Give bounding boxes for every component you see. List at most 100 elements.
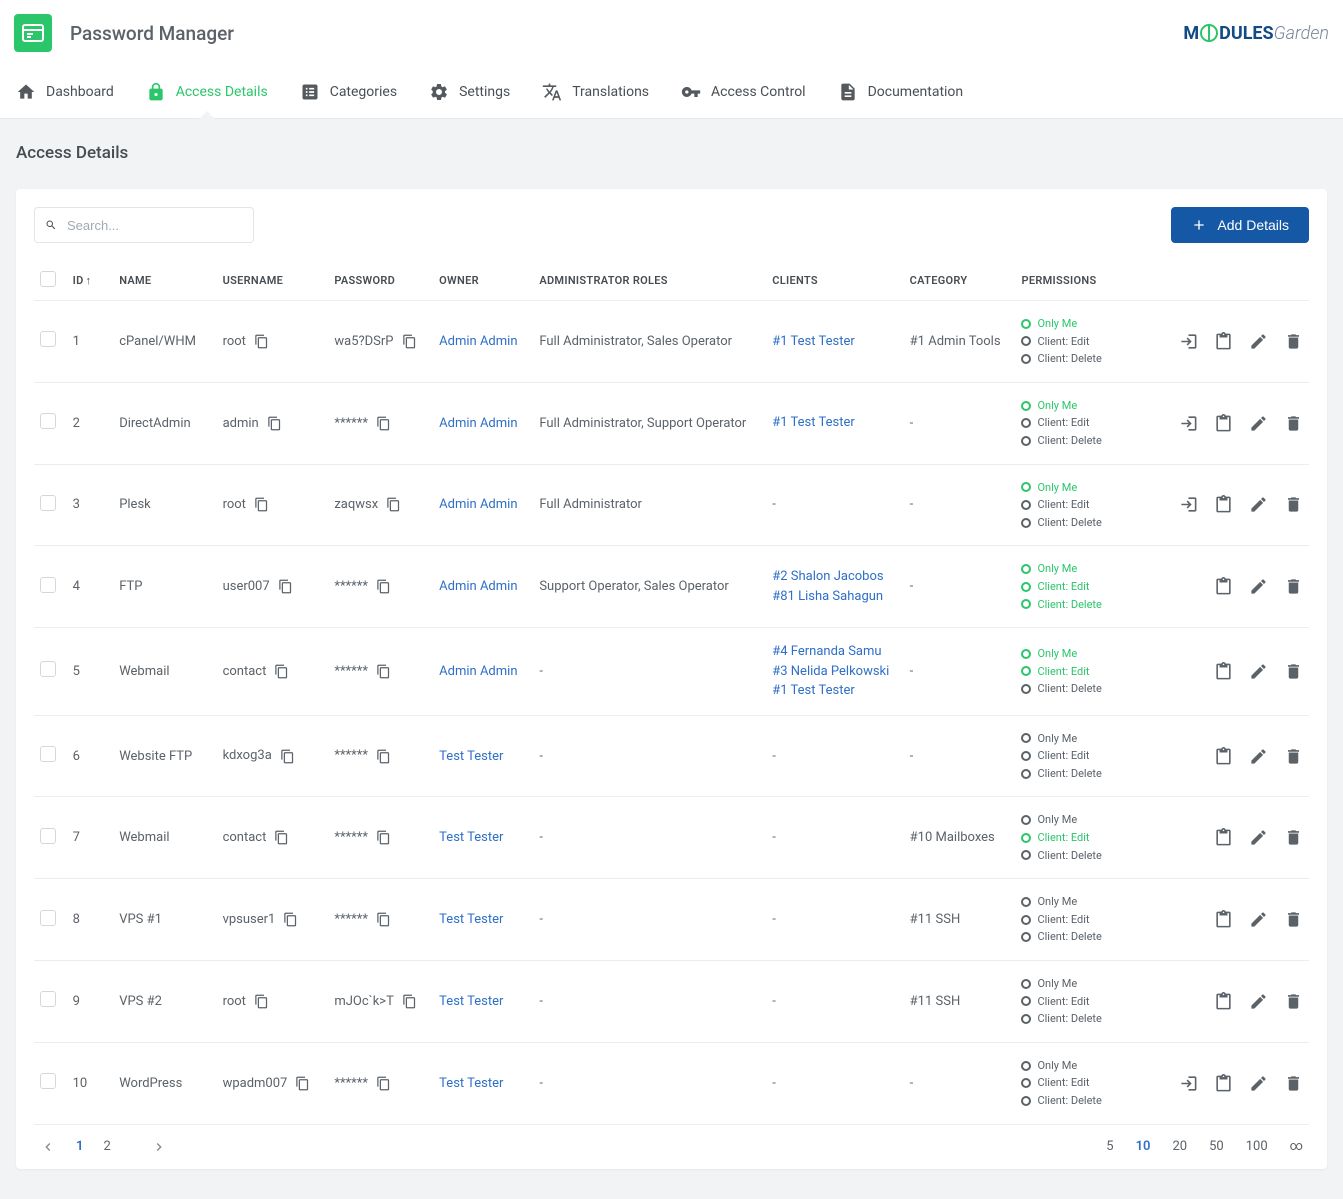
edit-icon[interactable] <box>1249 1074 1268 1093</box>
col-id[interactable]: ID↑ <box>67 261 114 301</box>
nav-dashboard[interactable]: Dashboard <box>14 66 116 118</box>
owner-link[interactable]: Admin Admin <box>439 664 517 679</box>
row-checkbox[interactable] <box>40 413 56 429</box>
owner-link[interactable]: Test Tester <box>439 830 503 845</box>
edit-icon[interactable] <box>1249 662 1268 681</box>
copy-icon[interactable] <box>267 416 282 431</box>
client-link[interactable]: #1 Test Tester <box>772 332 897 352</box>
login-icon[interactable] <box>1179 414 1198 433</box>
nav-documentation[interactable]: Documentation <box>836 66 966 118</box>
login-icon[interactable] <box>1179 1074 1198 1093</box>
edit-icon[interactable] <box>1249 495 1268 514</box>
row-checkbox[interactable] <box>40 910 56 926</box>
delete-icon[interactable] <box>1284 414 1303 433</box>
clipboard-icon[interactable] <box>1214 332 1233 351</box>
client-link[interactable]: #1 Test Tester <box>772 413 897 433</box>
select-all-checkbox[interactable] <box>40 271 56 287</box>
copy-icon[interactable] <box>402 994 417 1009</box>
owner-link[interactable]: Admin Admin <box>439 416 517 431</box>
copy-icon[interactable] <box>402 334 417 349</box>
nav-settings[interactable]: Settings <box>427 66 512 118</box>
col-roles[interactable]: ADMINISTRATOR ROLES <box>533 261 766 301</box>
copy-icon[interactable] <box>376 416 391 431</box>
per-page-option[interactable]: 50 <box>1209 1139 1224 1154</box>
edit-icon[interactable] <box>1249 332 1268 351</box>
row-checkbox[interactable] <box>40 828 56 844</box>
add-details-button[interactable]: Add Details <box>1171 207 1309 243</box>
row-checkbox[interactable] <box>40 577 56 593</box>
delete-icon[interactable] <box>1284 747 1303 766</box>
per-page-option[interactable]: 100 <box>1246 1139 1268 1154</box>
owner-link[interactable]: Admin Admin <box>439 334 517 349</box>
client-link[interactable]: #81 Lisha Sahagun <box>772 587 897 607</box>
copy-icon[interactable] <box>254 334 269 349</box>
owner-link[interactable]: Test Tester <box>439 1076 503 1091</box>
login-icon[interactable] <box>1179 495 1198 514</box>
copy-icon[interactable] <box>278 579 293 594</box>
client-link[interactable]: #2 Shalon Jacobos <box>772 567 897 587</box>
col-category[interactable]: CATEGORY <box>904 261 1016 301</box>
copy-icon[interactable] <box>295 1076 310 1091</box>
copy-icon[interactable] <box>376 749 391 764</box>
copy-icon[interactable] <box>254 994 269 1009</box>
row-checkbox[interactable] <box>40 495 56 511</box>
copy-icon[interactable] <box>274 664 289 679</box>
edit-icon[interactable] <box>1249 828 1268 847</box>
edit-icon[interactable] <box>1249 910 1268 929</box>
copy-icon[interactable] <box>376 579 391 594</box>
clipboard-icon[interactable] <box>1214 828 1233 847</box>
copy-icon[interactable] <box>376 912 391 927</box>
copy-icon[interactable] <box>386 497 401 512</box>
row-checkbox[interactable] <box>40 661 56 677</box>
search-input[interactable] <box>57 218 243 233</box>
copy-icon[interactable] <box>283 912 298 927</box>
login-icon[interactable] <box>1179 332 1198 351</box>
col-username[interactable]: USERNAME <box>217 261 329 301</box>
nav-translations[interactable]: Translations <box>540 66 651 118</box>
client-link[interactable]: #3 Nelida Pelkowski <box>772 662 897 682</box>
owner-link[interactable]: Test Tester <box>439 749 503 764</box>
copy-icon[interactable] <box>376 664 391 679</box>
page-number[interactable]: 1 <box>76 1139 83 1154</box>
per-page-option[interactable]: 20 <box>1172 1139 1187 1154</box>
copy-icon[interactable] <box>274 830 289 845</box>
copy-icon[interactable] <box>280 749 295 764</box>
nav-access-control[interactable]: Access Control <box>679 66 808 118</box>
clipboard-icon[interactable] <box>1214 910 1233 929</box>
delete-icon[interactable] <box>1284 1074 1303 1093</box>
client-link[interactable]: #4 Fernanda Samu <box>772 642 897 662</box>
edit-icon[interactable] <box>1249 992 1268 1011</box>
client-link[interactable]: #1 Test Tester <box>772 681 897 701</box>
owner-link[interactable]: Admin Admin <box>439 579 517 594</box>
delete-icon[interactable] <box>1284 332 1303 351</box>
clipboard-icon[interactable] <box>1214 495 1233 514</box>
delete-icon[interactable] <box>1284 577 1303 596</box>
col-password[interactable]: PASSWORD <box>328 261 433 301</box>
owner-link[interactable]: Admin Admin <box>439 497 517 512</box>
clipboard-icon[interactable] <box>1214 1074 1233 1093</box>
row-checkbox[interactable] <box>40 746 56 762</box>
delete-icon[interactable] <box>1284 495 1303 514</box>
row-checkbox[interactable] <box>40 331 56 347</box>
clipboard-icon[interactable] <box>1214 414 1233 433</box>
edit-icon[interactable] <box>1249 577 1268 596</box>
copy-icon[interactable] <box>376 830 391 845</box>
row-checkbox[interactable] <box>40 1073 56 1089</box>
nav-access-details[interactable]: Access Details <box>144 66 270 118</box>
per-page-option[interactable]: 5 <box>1106 1139 1113 1154</box>
delete-icon[interactable] <box>1284 662 1303 681</box>
edit-icon[interactable] <box>1249 414 1268 433</box>
delete-icon[interactable] <box>1284 910 1303 929</box>
per-page-option[interactable]: 10 <box>1136 1139 1151 1154</box>
edit-icon[interactable] <box>1249 747 1268 766</box>
col-permissions[interactable]: PERMISSIONS <box>1015 261 1131 301</box>
owner-link[interactable]: Test Tester <box>439 912 503 927</box>
delete-icon[interactable] <box>1284 992 1303 1011</box>
page-number[interactable]: 2 <box>103 1139 110 1154</box>
copy-icon[interactable] <box>254 497 269 512</box>
delete-icon[interactable] <box>1284 828 1303 847</box>
row-checkbox[interactable] <box>40 991 56 1007</box>
col-name[interactable]: NAME <box>113 261 216 301</box>
clipboard-icon[interactable] <box>1214 992 1233 1011</box>
clipboard-icon[interactable] <box>1214 747 1233 766</box>
